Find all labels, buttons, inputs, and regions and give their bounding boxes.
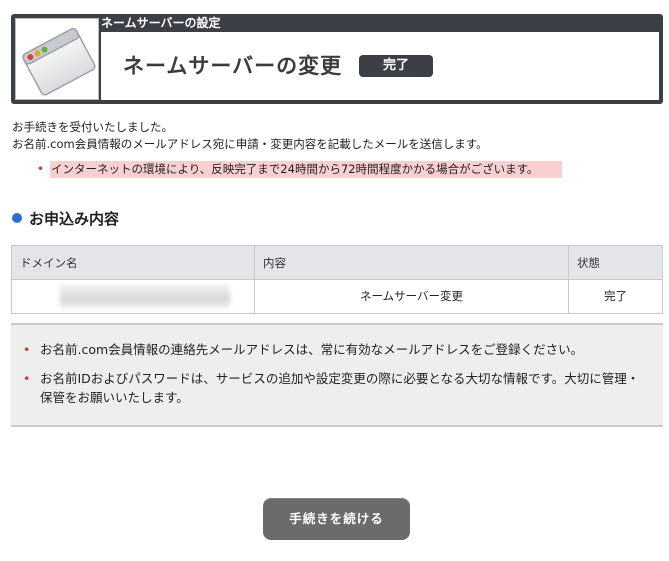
content-cell: ネームサーバー変更 [254, 280, 568, 313]
status-badge: 完了 [359, 55, 433, 77]
page-title: ネームサーバーの変更 [123, 54, 343, 78]
propagation-notice: • インターネットの環境により、反映完了まで24時間から72時間程度かかる場合が… [37, 161, 562, 178]
bullet-icon: • [37, 162, 45, 176]
title-box: ネームサーバーの変更 完了 [101, 32, 659, 100]
status-cell: 完了 [568, 280, 662, 313]
blue-dot-icon [12, 213, 22, 223]
info-item: • お名前.com会員情報の連絡先メールアドレスは、常に有効なメールアドレスをご… [23, 340, 643, 359]
continue-button[interactable]: 手続きを続ける [263, 498, 410, 540]
bullet-icon: • [23, 342, 31, 357]
section-heading-label: お申込み内容 [29, 210, 120, 228]
email-notice-message: お名前.com会員情報のメールアドレス宛に申請・変更内容を記載したメールを送信し… [12, 137, 488, 151]
info-item: • お名前IDおよびパスワードは、サービスの追加や設定変更の際に必要となる大切な… [23, 369, 643, 407]
redacted-domain [60, 284, 230, 308]
column-header-content: 内容 [254, 246, 568, 279]
column-header-status: 状態 [568, 246, 662, 279]
info-item-text: お名前IDおよびパスワードは、サービスの追加や設定変更の際に必要となる大切な情報… [40, 371, 640, 405]
info-item-text: お名前.com会員情報の連絡先メールアドレスは、常に有効なメールアドレスをご登録… [40, 342, 584, 357]
domain-cell [12, 280, 254, 313]
info-box: • お名前.com会員情報の連絡先メールアドレスは、常に有効なメールアドレスをご… [11, 323, 663, 427]
propagation-notice-text: インターネットの環境により、反映完了まで24時間から72時間程度かかる場合がござ… [50, 161, 562, 178]
header-top-label: ネームサーバーの設定 [101, 16, 221, 30]
bullet-icon: • [23, 371, 31, 386]
table-row: ネームサーバー変更 完了 [12, 280, 662, 313]
column-header-domain: ドメイン名 [20, 256, 78, 270]
table-header-row: ドメイン名 内容 状態 [12, 246, 662, 280]
window-icon-graphic [22, 28, 96, 96]
window-icon [15, 18, 99, 100]
application-table: ドメイン名 内容 状態 ネームサーバー変更 完了 [11, 245, 663, 314]
page-header: ネームサーバーの設定 ネームサーバーの変更 完了 [11, 14, 663, 104]
confirmation-message: お手続きを受付いたしました。 [12, 120, 173, 134]
